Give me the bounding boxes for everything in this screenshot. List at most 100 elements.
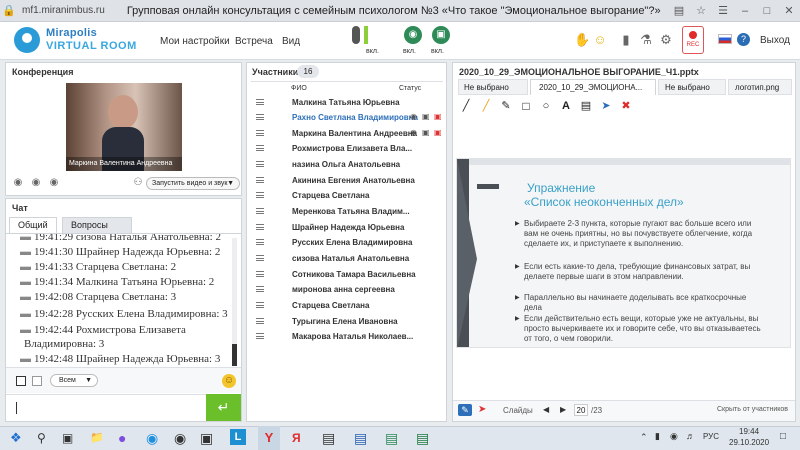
raise-hand-icon[interactable]: ✋	[574, 32, 590, 48]
bg-color-icon[interactable]	[32, 376, 42, 386]
task-view-icon[interactable]: ▣	[62, 428, 73, 448]
participant-row[interactable]: Акинина Евгения Анатольевна	[250, 173, 444, 188]
drag-handle-icon[interactable]	[256, 333, 264, 339]
menu-icon[interactable]: ☰	[712, 4, 734, 17]
drag-handle-icon[interactable]	[256, 302, 264, 308]
doc-tab-2[interactable]: 2020_10_29_ЭМОЦИОНА...	[530, 79, 656, 95]
participant-row[interactable]: Меренкова Татьяна Владим...	[250, 204, 444, 219]
participant-row[interactable]: миронова анна сергеевна	[250, 282, 444, 297]
page-input[interactable]: 20	[574, 404, 588, 416]
tray-up-icon[interactable]: ⌃	[640, 432, 648, 443]
notifications-icon[interactable]: □	[780, 431, 786, 442]
drag-handle-icon[interactable]	[256, 145, 264, 151]
emoji-icon[interactable]: ☺	[592, 32, 608, 47]
ellipse-icon[interactable]: ○	[538, 99, 554, 113]
drag-handle-icon[interactable]	[256, 161, 264, 167]
doc-tab-1[interactable]: Не выбрано	[458, 79, 528, 95]
slides-label[interactable]: Слайды	[503, 406, 533, 415]
maximize-icon[interactable]: □	[756, 5, 778, 17]
app-l-icon[interactable]: L	[230, 429, 246, 445]
drag-handle-icon[interactable]	[256, 192, 264, 198]
drag-handle-icon[interactable]	[256, 255, 264, 261]
drag-handle-icon[interactable]	[256, 177, 264, 183]
minimize-icon[interactable]: –	[734, 5, 756, 17]
tab-general[interactable]: Общий	[9, 217, 57, 233]
drag-handle-icon[interactable]	[256, 271, 264, 277]
language-flag-icon[interactable]	[718, 34, 732, 44]
participant-row[interactable]: назина Ольга Анатольевна	[250, 157, 444, 172]
marker-icon[interactable]: ╱	[478, 99, 494, 113]
store-icon[interactable]: ▣	[200, 428, 213, 448]
network-icon[interactable]: ⚙	[658, 32, 674, 48]
laser-pointer-icon[interactable]: ➤	[478, 404, 486, 415]
battery-icon[interactable]: ▮	[655, 431, 660, 442]
participant-row[interactable]: Шрайнер Надежда Юрьевна	[250, 220, 444, 235]
record-button[interactable]: REC	[682, 26, 704, 54]
clock-time[interactable]: 19:44	[739, 427, 759, 436]
drag-handle-icon[interactable]	[256, 114, 264, 120]
url-text[interactable]: mf1.miranimbus.ru	[22, 5, 105, 16]
prev-slide-icon[interactable]: ◀	[543, 405, 549, 414]
drag-handle-icon[interactable]	[256, 286, 264, 292]
media-settings-icon[interactable]: ◉	[10, 177, 26, 188]
next-slide-icon[interactable]: ▶	[560, 405, 566, 414]
menu-meeting[interactable]: Встреча	[235, 36, 273, 47]
word-icon[interactable]: ▤	[354, 428, 367, 448]
microphone-icon[interactable]	[352, 26, 360, 44]
app-icon-7[interactable]: ▤	[322, 428, 335, 448]
font-color-icon[interactable]	[16, 376, 26, 386]
tab-questions[interactable]: Вопросы	[62, 217, 132, 233]
poll-icon[interactable]: ▮	[618, 32, 634, 48]
participant-video[interactable]: Маркина Валентина Андреевна	[66, 83, 182, 171]
send-button[interactable]: ↵	[206, 394, 241, 421]
app-icon-9[interactable]: ▤	[385, 428, 398, 448]
tools-icon[interactable]: ⚗	[638, 32, 654, 48]
wifi-icon[interactable]: ◉	[670, 431, 678, 442]
participant-row[interactable]: Старцева Светлана	[250, 188, 444, 203]
clock-date[interactable]: 29.10.2020	[729, 438, 769, 447]
chat-scrollbar[interactable]	[232, 238, 237, 366]
doc-tab-4[interactable]: логотип.png	[728, 79, 792, 95]
participant-row[interactable]: Турыгина Елена Ивановна	[250, 314, 444, 329]
participant-row[interactable]: Рахно Светлана Владимировна ◉ ▣ ▣	[250, 110, 444, 125]
smiley-icon[interactable]: ☺	[222, 374, 236, 388]
drag-handle-icon[interactable]	[256, 208, 264, 214]
reader-icon[interactable]: ▤	[668, 4, 690, 17]
clear-icon[interactable]: ✖	[618, 99, 634, 113]
bookmark-icon[interactable]: ☆	[690, 4, 712, 17]
participant-row[interactable]: Макарова Наталья Николаев...	[250, 329, 444, 344]
start-media-select[interactable]: Запустить видео и звук ▼	[146, 177, 240, 190]
participant-row[interactable]: Русских Елена Владимировна	[250, 235, 444, 250]
participant-row[interactable]: Маркина Валентина Андреевна ◉ ▣ ▣	[250, 126, 444, 141]
scroll-thumb[interactable]	[232, 344, 237, 366]
speaker-icon[interactable]: ◉	[28, 177, 44, 188]
help-icon[interactable]: ?	[737, 33, 750, 46]
drag-handle-icon[interactable]	[256, 130, 264, 136]
chat-input[interactable]	[6, 394, 206, 421]
language-indicator[interactable]: РУС	[703, 432, 719, 441]
participant-row[interactable]: сизова Наталья Анатольевна	[250, 251, 444, 266]
search-icon[interactable]: ⚲	[37, 428, 46, 448]
pen-icon[interactable]: ╱	[458, 99, 474, 113]
participant-row[interactable]: Рохмистрова Елизавета Вла...	[250, 141, 444, 156]
drag-handle-icon[interactable]	[256, 224, 264, 230]
drag-handle-icon[interactable]	[256, 239, 264, 245]
recipient-select[interactable]: Всем ▼	[50, 374, 98, 387]
exit-button[interactable]: Выход	[760, 35, 790, 46]
camera-icon[interactable]: ◉	[404, 26, 422, 44]
screen-share-icon[interactable]: ▣	[432, 26, 450, 44]
pointer-icon[interactable]: ➤	[598, 99, 614, 113]
app-icon-3[interactable]: ◉	[174, 428, 186, 448]
volume-icon[interactable]: ♬	[686, 431, 695, 441]
rectangle-icon[interactable]: □	[518, 99, 534, 113]
annotate-icon[interactable]: ✎	[458, 404, 472, 416]
participant-row[interactable]: Старцева Светлана	[250, 298, 444, 313]
menu-view[interactable]: Вид	[282, 36, 300, 47]
edge-icon[interactable]: ◉	[146, 428, 158, 448]
doc-tab-3[interactable]: Не выбрано	[658, 79, 726, 95]
close-icon[interactable]: ✕	[778, 4, 800, 17]
drag-handle-icon[interactable]	[256, 318, 264, 324]
text-tool-icon[interactable]: A	[558, 99, 574, 113]
excel-icon[interactable]: ▤	[416, 428, 429, 448]
brush-icon[interactable]: ✎	[498, 99, 514, 113]
